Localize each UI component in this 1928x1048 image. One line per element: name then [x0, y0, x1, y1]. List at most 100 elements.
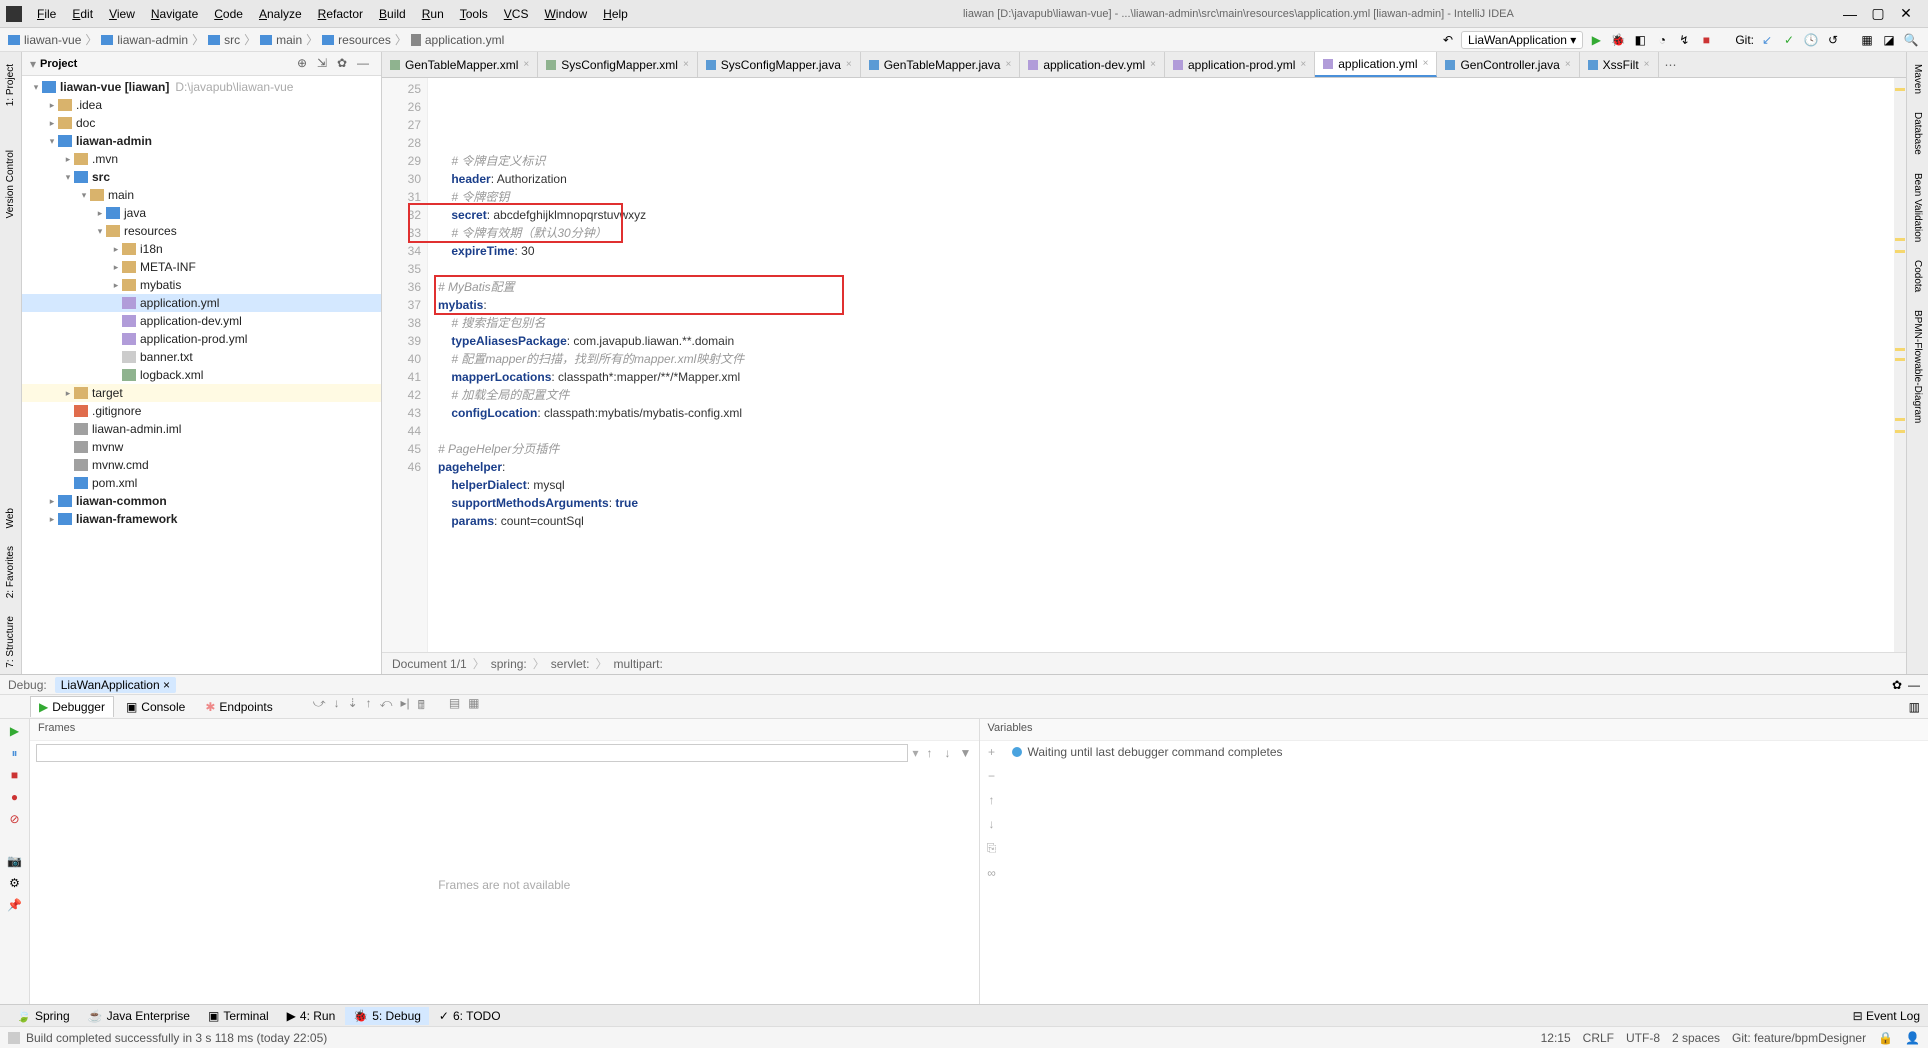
close-tab-icon[interactable]: × [1300, 59, 1306, 70]
down-icon[interactable]: ↓ [989, 817, 995, 831]
drop-frame-icon[interactable]: ⤺ [380, 696, 393, 717]
camera-icon[interactable]: 📷 [7, 853, 23, 869]
tree-node[interactable]: ▾liawan-admin [22, 132, 381, 150]
code-line[interactable]: # MyBatis配置 [438, 278, 1894, 296]
git-revert-icon[interactable]: ↺ [1824, 31, 1842, 49]
code-line[interactable]: helperDialect: mysql [438, 476, 1894, 494]
menu-view[interactable]: View [102, 4, 142, 24]
rail-bean-validation[interactable]: Bean Validation [1910, 167, 1925, 248]
close-tab-icon[interactable]: × [1150, 59, 1156, 70]
tab-debugger[interactable]: ▶Debugger [30, 696, 114, 717]
menu-refactor[interactable]: Refactor [311, 4, 370, 24]
editor-tab[interactable]: application-dev.yml× [1020, 52, 1165, 77]
code-line[interactable]: # PageHelper分页插件 [438, 440, 1894, 458]
breakpoints-icon[interactable]: ● [7, 789, 23, 805]
bottom-tool-java-enterprise[interactable]: ☕Java Enterprise [80, 1007, 198, 1025]
git-commit-icon[interactable]: ✓ [1780, 31, 1798, 49]
code-line[interactable]: params: count=countSql [438, 512, 1894, 530]
step-into-icon[interactable]: ↓ [334, 696, 340, 717]
git-history-icon[interactable]: 🕓 [1802, 31, 1820, 49]
caret-position[interactable]: 12:15 [1541, 1031, 1571, 1045]
minimize-icon[interactable]: — [1842, 6, 1858, 22]
editor-crumb[interactable]: multipart: [613, 657, 662, 671]
menu-edit[interactable]: Edit [65, 4, 100, 24]
code-line[interactable]: # 令牌自定义标识 [438, 152, 1894, 170]
editor-tab[interactable]: GenTableMapper.java× [861, 52, 1021, 77]
code-line[interactable]: pagehelper: [438, 458, 1894, 476]
rail-codota[interactable]: Codota [1910, 254, 1925, 298]
indent[interactable]: 2 spaces [1672, 1031, 1720, 1045]
rail-version-control[interactable]: Version Control [3, 144, 18, 224]
close-tab-icon[interactable]: × [846, 59, 852, 70]
settings-icon[interactable]: ✿ [337, 56, 353, 72]
close-icon[interactable]: ✕ [1898, 5, 1914, 22]
back-icon[interactable]: ↶ [1439, 31, 1457, 49]
layout-icon-1[interactable]: ▤ [449, 696, 460, 717]
rail-structure[interactable]: 7: Structure [3, 610, 18, 674]
close-tab-icon[interactable]: × [1644, 59, 1650, 70]
tree-node[interactable]: mvnw.cmd [22, 456, 381, 474]
tree-node[interactable]: banner.txt [22, 348, 381, 366]
evaluate-icon[interactable]: 🖩 [418, 696, 425, 717]
editor-tab[interactable]: GenTableMapper.xml× [382, 52, 538, 77]
pin-icon[interactable]: 📌 [7, 897, 23, 913]
tree-node[interactable]: ▸target [22, 384, 381, 402]
code[interactable]: # 令牌自定义标识 header: Authorization # 令牌密钥 s… [428, 78, 1894, 652]
close-tab-icon[interactable]: × [1565, 59, 1571, 70]
crumb-segment[interactable]: liawan-vue [24, 33, 81, 47]
tree-node[interactable]: .gitignore [22, 402, 381, 420]
hide-icon[interactable]: — [357, 56, 373, 72]
prev-frame-icon[interactable]: ↑ [923, 746, 937, 760]
crumb-segment[interactable]: main [276, 33, 302, 47]
run-config-selector[interactable]: LiaWanApplication ▾ [1461, 31, 1583, 49]
tree-node[interactable]: ▾liawan-vue [liawan]D:\javapub\liawan-vu… [22, 78, 381, 96]
thread-selector[interactable] [36, 744, 908, 762]
lock-icon[interactable]: 🔒 [1878, 1031, 1893, 1045]
bottom-tool-4-run[interactable]: ▶4: Run [279, 1007, 344, 1025]
editor-crumb[interactable]: servlet: [551, 657, 590, 671]
tree-node[interactable]: ▾main [22, 186, 381, 204]
attach-icon[interactable]: ↯ [1675, 31, 1693, 49]
overhead-icon[interactable]: ▥ [1909, 700, 1920, 714]
tree-node[interactable]: ▸.idea [22, 96, 381, 114]
tree-node[interactable]: ▸.mvn [22, 150, 381, 168]
editor-tab[interactable]: application-prod.yml× [1165, 52, 1315, 77]
menu-build[interactable]: Build [372, 4, 413, 24]
tree-node[interactable]: ▸java [22, 204, 381, 222]
tree-node[interactable]: ▸META-INF [22, 258, 381, 276]
run-to-cursor-icon[interactable]: ▸| [400, 696, 409, 717]
next-frame-icon[interactable]: ↓ [941, 746, 955, 760]
tree-node[interactable]: ▾resources [22, 222, 381, 240]
remove-watch-icon[interactable]: − [988, 769, 995, 783]
code-line[interactable]: # 令牌密钥 [438, 188, 1894, 206]
rail-maven[interactable]: Maven [1910, 58, 1925, 100]
force-step-into-icon[interactable]: ⇣ [348, 696, 358, 717]
tree-node[interactable]: ▸i18n [22, 240, 381, 258]
profile-icon[interactable]: ◔ [1653, 31, 1671, 49]
copy-icon[interactable]: ⎘ [987, 841, 997, 856]
tree-node[interactable]: pom.xml [22, 474, 381, 492]
tool-icon-1[interactable]: ▦ [1858, 31, 1876, 49]
editor-tab[interactable]: XssFilt× [1580, 52, 1659, 77]
editor-crumb[interactable]: spring: [491, 657, 527, 671]
menu-code[interactable]: Code [207, 4, 250, 24]
event-log-button[interactable]: ⊟ Event Log [1853, 1009, 1920, 1023]
git-update-icon[interactable]: ↙ [1758, 31, 1776, 49]
crumb-segment[interactable]: resources [338, 33, 391, 47]
tree-node[interactable]: ▸mybatis [22, 276, 381, 294]
close-tab-icon[interactable]: × [1423, 58, 1429, 69]
stop-icon[interactable]: ■ [7, 767, 23, 783]
editor-tab[interactable]: SysConfigMapper.xml× [538, 52, 698, 77]
editor-tab[interactable]: GenController.java× [1437, 52, 1579, 77]
collapse-icon[interactable]: ⇲ [317, 56, 333, 72]
vars-content[interactable]: Waiting until last debugger command comp… [1004, 741, 1928, 1004]
rail-database[interactable]: Database [1910, 106, 1925, 161]
layout-icon-2[interactable]: ▦ [468, 696, 479, 717]
code-line[interactable]: secret: abcdefghijklmnopqrstuvwxyz [438, 206, 1894, 224]
run-icon[interactable]: ▶ [1587, 31, 1605, 49]
code-line[interactable]: header: Authorization [438, 170, 1894, 188]
code-line[interactable] [438, 422, 1894, 440]
menu-vcs[interactable]: VCS [497, 4, 536, 24]
tree-node[interactable]: mvnw [22, 438, 381, 456]
stop-icon[interactable]: ■ [1697, 31, 1715, 49]
